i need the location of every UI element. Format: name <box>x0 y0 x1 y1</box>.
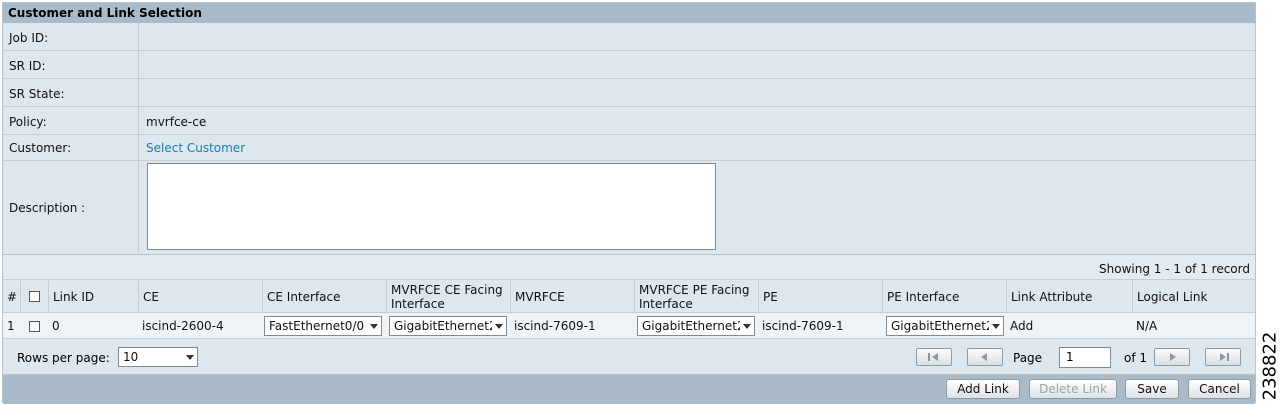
figure-number-text: 238822 <box>1259 331 1281 401</box>
chevron-down-icon <box>495 324 503 329</box>
col-mvrfce-ce-header[interactable]: MVRFCE CE Facing Interface <box>386 280 510 313</box>
row-pe-interface-select[interactable]: GigabitEthernet2 <box>886 316 1004 336</box>
last-page-button[interactable] <box>1205 348 1241 366</box>
table-row: 1 0 iscind-2600-4 FastEthernet0/0 Gigabi… <box>3 313 1255 339</box>
policy-label: Policy: <box>9 115 47 129</box>
col-mvrfce-pe-header[interactable]: MVRFCE PE Facing Interface <box>634 280 758 313</box>
chevron-down-icon <box>992 324 1000 329</box>
last-page-icon <box>1227 353 1229 361</box>
page-count-label: of 1 <box>1124 351 1148 365</box>
row-mvrfce-pe-interface-select[interactable]: GigabitEthernet2 <box>637 316 755 336</box>
customer-label: Customer: <box>9 141 72 155</box>
row-link-attribute-add-link[interactable]: Add <box>1006 313 1132 339</box>
row-number: 1 <box>7 319 15 333</box>
sr-id-row: SR ID: <box>3 51 1255 79</box>
col-select-all <box>20 280 48 313</box>
row-mvrfce-ce-interface-select[interactable]: GigabitEthernet2 <box>389 316 507 336</box>
action-footer: Add Link Delete Link Save Cancel <box>3 375 1255 404</box>
rows-per-page-value: 10 <box>123 350 139 364</box>
rows-per-page-label: Rows per page: <box>17 351 110 365</box>
job-id-row: Job ID: <box>3 23 1255 51</box>
col-pe-interface-header[interactable]: PE Interface <box>882 280 1006 313</box>
last-page-arrow <box>1220 353 1226 361</box>
row-mvrfce-pe-interface-value: GigabitEthernet2 <box>642 319 740 333</box>
sr-state-label: SR State: <box>9 87 65 101</box>
row-ce-interface-value: FastEthernet0/0 <box>269 319 365 333</box>
row-mvrfce-link[interactable]: iscind-7609-1 <box>510 313 634 339</box>
col-ce-header[interactable]: CE <box>138 280 262 313</box>
form-column-divider <box>138 23 139 253</box>
save-button[interactable]: Save <box>1125 379 1179 399</box>
next-page-icon <box>1170 353 1176 361</box>
previous-page-icon <box>981 353 987 361</box>
select-all-checkbox[interactable] <box>29 291 40 302</box>
row-logical-link: N/A <box>1136 319 1158 333</box>
row-mvrfce-ce-interface-value: GigabitEthernet2 <box>394 319 492 333</box>
select-customer-link[interactable]: Select Customer <box>146 141 245 155</box>
description-textarea[interactable] <box>147 163 716 250</box>
row-select-cell <box>20 313 48 339</box>
first-page-button[interactable] <box>916 348 952 366</box>
add-link-button[interactable]: Add Link <box>946 379 1020 399</box>
next-page-button[interactable] <box>1154 348 1190 366</box>
row-select-checkbox[interactable] <box>28 320 40 332</box>
section-title: Customer and Link Selection <box>3 3 1255 23</box>
chevron-down-icon <box>186 355 194 360</box>
policy-value: mvrfce-ce <box>146 115 207 129</box>
row-pe-link[interactable]: iscind-7609-1 <box>758 313 882 339</box>
record-count-row: Showing 1 - 1 of 1 record <box>3 254 1255 280</box>
sr-state-row: SR State: <box>3 79 1255 107</box>
col-mvrfce-header[interactable]: MVRFCE <box>510 280 634 313</box>
table-header: # Link ID CE CE Interface MVRFCE CE Faci… <box>3 280 1255 313</box>
page-number-input[interactable]: 1 <box>1059 347 1111 368</box>
row-pe-interface-value: GigabitEthernet2 <box>891 319 989 333</box>
figure-number: 238822 <box>1258 330 1282 402</box>
previous-page-button[interactable] <box>967 348 1003 366</box>
col-ce-interface-header[interactable]: CE Interface <box>262 280 386 313</box>
row-ce-link[interactable]: iscind-2600-4 <box>138 313 262 339</box>
policy-row: Policy: mvrfce-ce <box>3 107 1255 135</box>
col-logical-link-header[interactable]: Logical Link <box>1132 280 1255 313</box>
page-label: Page <box>1013 351 1043 365</box>
first-page-icon <box>928 353 930 361</box>
row-link-id: 0 <box>52 319 60 333</box>
description-label: Description : <box>9 201 86 215</box>
rows-per-page-select[interactable]: 10 <box>118 347 198 367</box>
pager-row: Rows per page: 10 Page 1 of 1 <box>3 339 1255 375</box>
col-link-id-header[interactable]: Link ID <box>48 280 138 313</box>
col-link-attribute-header[interactable]: Link Attribute <box>1006 280 1132 313</box>
delete-link-button[interactable]: Delete Link <box>1029 379 1117 399</box>
col-pe-header[interactable]: PE <box>758 280 882 313</box>
row-ce-interface-select[interactable]: FastEthernet0/0 <box>264 316 382 336</box>
sr-id-label: SR ID: <box>9 59 46 73</box>
chevron-down-icon <box>743 324 751 329</box>
job-id-label: Job ID: <box>9 31 49 45</box>
first-page-arrow <box>932 353 938 361</box>
cancel-button[interactable]: Cancel <box>1188 379 1251 399</box>
customer-row: Customer: Select Customer <box>3 135 1255 161</box>
record-count-text: Showing 1 - 1 of 1 record <box>1099 262 1250 276</box>
col-number-header: # <box>7 289 18 304</box>
chevron-down-icon <box>370 324 378 329</box>
customer-link-selection-panel: Customer and Link Selection Job ID: SR I… <box>2 2 1256 404</box>
